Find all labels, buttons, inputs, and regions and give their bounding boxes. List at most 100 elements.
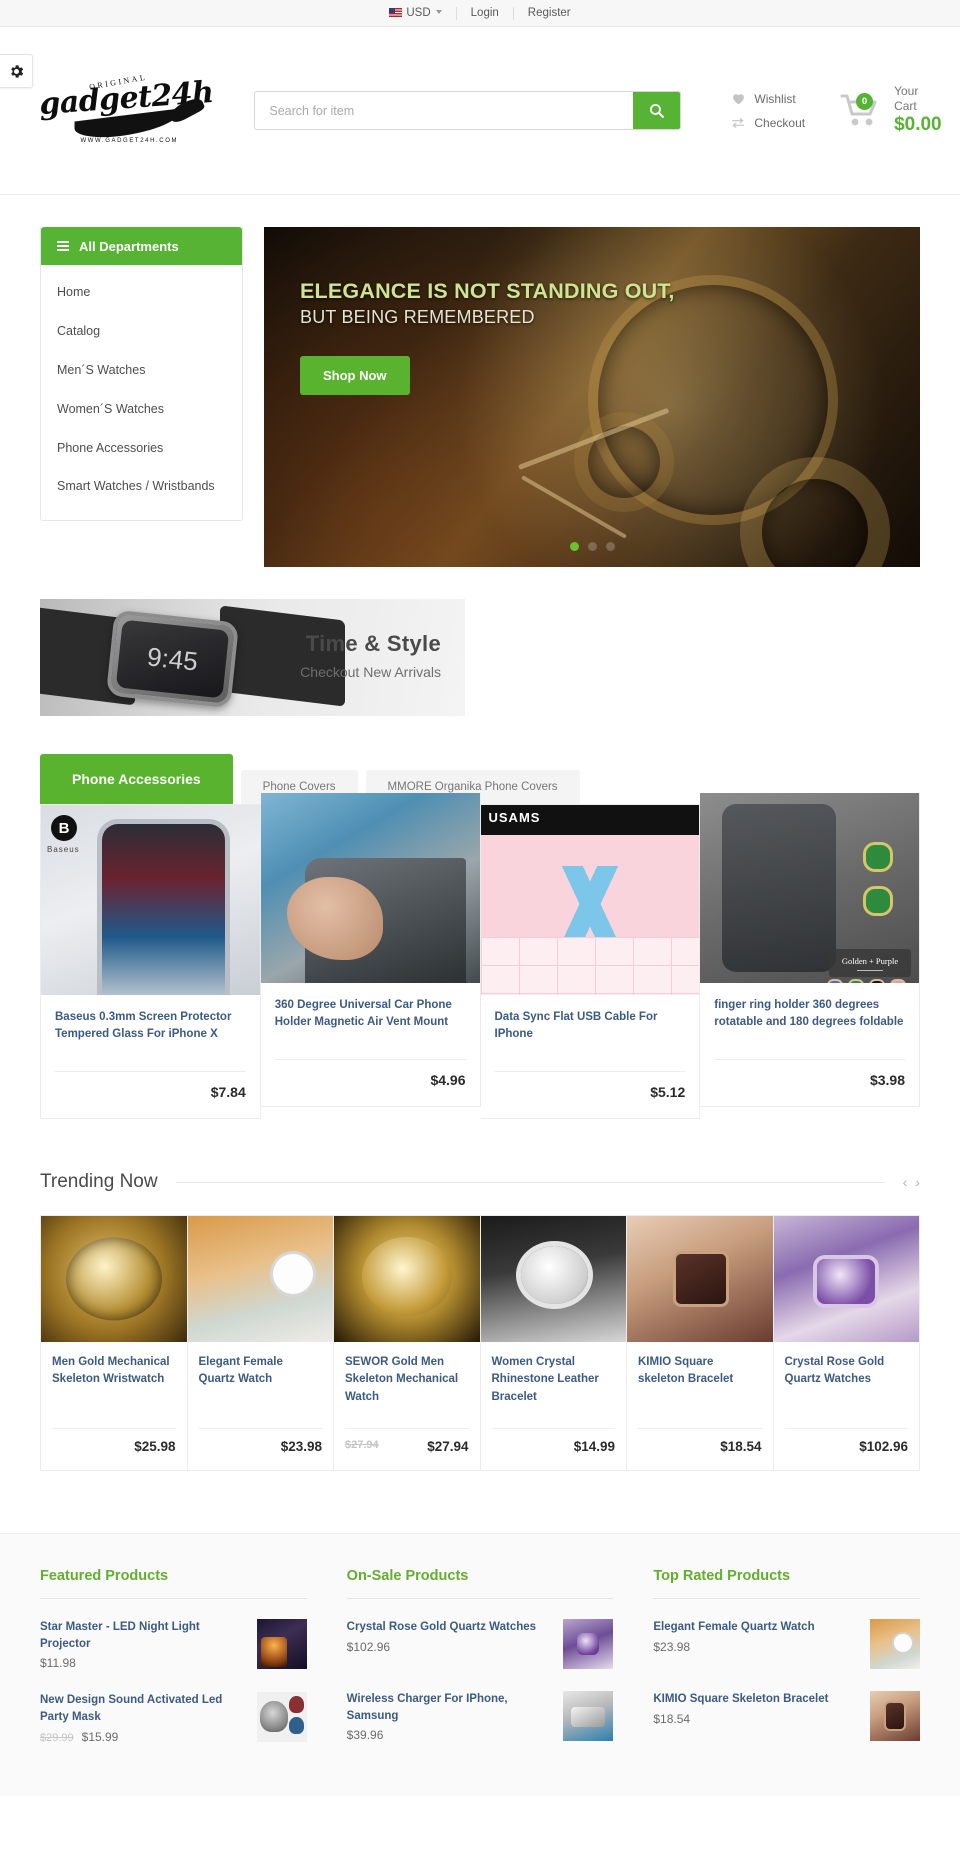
list-item[interactable]: Elegant Female Quartz Watch $23.98	[653, 1619, 921, 1669]
promo-banner[interactable]: 9:45 Time & Style Checkout New Arrivals	[40, 599, 465, 716]
trending-product-card[interactable]: Women Crystal Rhinestone Leather Bracele…	[480, 1216, 627, 1470]
swatch-green[interactable]	[848, 979, 864, 983]
product-title[interactable]: Data Sync Flat USB Cable For IPhone	[495, 1009, 686, 1061]
slider-dot-3[interactable]	[605, 542, 615, 551]
product-thumbnail[interactable]	[870, 1619, 921, 1669]
departments-header[interactable]: All Departments	[41, 227, 242, 265]
product-image	[627, 1216, 773, 1342]
product-thumbnail[interactable]: USAMS	[480, 805, 700, 995]
product-card[interactable]: Golden + Purple finger ring holder 360 d…	[700, 793, 920, 1107]
product-old-price: $27.94	[345, 1439, 379, 1451]
slider-dot-1[interactable]	[569, 542, 579, 551]
product-thumbnail[interactable]: Golden + Purple	[700, 793, 919, 983]
register-link[interactable]: Register	[514, 7, 585, 19]
trending-product-card[interactable]: Crystal Rose Gold Quartz Watches $102.96	[773, 1216, 919, 1470]
cart-label: Your Cart	[894, 84, 919, 113]
product-image	[41, 1216, 187, 1342]
product-thumbnail[interactable]	[334, 1216, 480, 1342]
product-image	[256, 1619, 307, 1669]
currency-selector[interactable]: USD	[375, 7, 455, 19]
product-thumbnail[interactable]	[256, 1692, 307, 1743]
divider	[491, 1428, 615, 1429]
sidebar-item-home[interactable]: Home	[41, 273, 242, 312]
currency-label: USD	[406, 7, 431, 19]
list-item[interactable]: New Design Sound Activated Led Party Mas…	[40, 1692, 307, 1744]
product-card[interactable]: USAMS Data Sync Flat USB Cable For IPhon…	[480, 805, 701, 1119]
product-title[interactable]: finger ring holder 360 degrees rotatable…	[714, 997, 905, 1049]
divider	[175, 1181, 885, 1183]
product-title[interactable]: Baseus 0.3mm Screen Protector Tempered G…	[55, 1009, 246, 1061]
product-title[interactable]: Elegant Female Quartz Watch	[199, 1354, 323, 1422]
checkout-link[interactable]: Checkout	[731, 116, 805, 130]
product-title[interactable]: Elegant Female Quartz Watch	[653, 1619, 858, 1636]
trending-header: Trending Now ‹ ›	[40, 1171, 920, 1193]
list-item-text: New Design Sound Activated Led Party Mas…	[40, 1692, 245, 1743]
search-button[interactable]	[633, 92, 681, 129]
wishlist-link[interactable]: Wishlist	[731, 92, 805, 106]
logo[interactable]: ORIGINAL gadget24h WWW.GADGET24H.COM	[38, 73, 214, 144]
shop-now-button[interactable]: Shop Now	[300, 356, 410, 395]
product-title[interactable]: SEWOR Gold Men Skeleton Mechanical Watch	[345, 1354, 469, 1422]
cart-widget[interactable]: 0 Your Cart $0.00	[839, 84, 942, 137]
product-thumbnail[interactable]	[256, 1619, 307, 1669]
product-thumbnail[interactable]	[870, 1691, 921, 1741]
product-thumbnail[interactable]	[563, 1619, 614, 1669]
sidebar-item-womens-watches[interactable]: Women´S Watches	[41, 390, 242, 429]
product-thumbnail[interactable]	[627, 1216, 773, 1342]
product-body: Men Gold Mechanical Skeleton Wristwatch …	[41, 1342, 187, 1470]
hero-content: ELEGANCE IS NOT STANDING OUT, BUT BEING …	[300, 279, 675, 395]
sidebar-item-catalog[interactable]: Catalog	[41, 312, 242, 351]
search-input[interactable]	[255, 92, 634, 129]
product-title[interactable]: Crystal Rose Gold Quartz Watches	[785, 1354, 909, 1422]
product-price: $23.98	[280, 1439, 322, 1454]
trending-product-card[interactable]: SEWOR Gold Men Skeleton Mechanical Watch…	[334, 1216, 481, 1470]
trending-product-card[interactable]: KIMIO Square skeleton Bracelet $18.54	[627, 1216, 774, 1470]
trending-product-card[interactable]: Elegant Female Quartz Watch $23.98	[187, 1216, 334, 1470]
product-title[interactable]: Wireless Charger For IPhone, Samsung	[347, 1691, 552, 1724]
product-price: $4.96	[430, 1072, 466, 1088]
product-thumbnail[interactable]	[773, 1216, 919, 1342]
login-link[interactable]: Login	[457, 7, 513, 19]
product-title[interactable]: KIMIO Square skeleton Bracelet	[638, 1354, 762, 1422]
product-thumbnail[interactable]	[563, 1691, 614, 1741]
list-item[interactable]: KIMIO Square Skeleton Bracelet $18.54	[653, 1691, 921, 1741]
column-title: Featured Products	[40, 1568, 169, 1584]
product-title[interactable]: New Design Sound Activated Led Party Mas…	[40, 1692, 245, 1725]
sidebar-item-mens-watches[interactable]: Men´S Watches	[41, 351, 242, 390]
footer-product-lists: Featured Products Star Master - LED Nigh…	[0, 1533, 960, 1796]
product-title[interactable]: Crystal Rose Gold Quartz Watches	[347, 1619, 552, 1636]
sidebar-item-smart-watches[interactable]: Smart Watches / Wristbands	[41, 467, 242, 506]
list-item[interactable]: Wireless Charger For IPhone, Samsung $39…	[347, 1691, 614, 1742]
product-title[interactable]: KIMIO Square Skeleton Bracelet	[653, 1691, 858, 1708]
settings-gear-button[interactable]	[0, 54, 33, 88]
slider-dot-2[interactable]	[587, 542, 597, 551]
product-thumbnail[interactable]	[187, 1216, 333, 1342]
swatch-blue[interactable]	[827, 979, 843, 983]
chevron-down-icon	[435, 10, 442, 14]
tab-phone-accessories[interactable]: Phone Accessories	[40, 754, 233, 804]
product-title[interactable]: Women Crystal Rhinestone Leather Bracele…	[492, 1354, 616, 1422]
product-title[interactable]: Men Gold Mechanical Skeleton Wristwatch	[52, 1354, 176, 1422]
list-item[interactable]: Crystal Rose Gold Quartz Watches $102.96	[347, 1619, 614, 1669]
sidebar-item-phone-accessories[interactable]: Phone Accessories	[41, 429, 242, 468]
product-thumbnail[interactable]	[260, 793, 480, 983]
trending-grid: Men Gold Mechanical Skeleton Wristwatch …	[40, 1215, 920, 1471]
chevron-left-icon[interactable]: ‹	[903, 1174, 908, 1190]
swatch-black[interactable]	[869, 979, 885, 983]
product-thumbnail[interactable]: B Baseus	[41, 805, 260, 995]
hero-slider[interactable]: ELEGANCE IS NOT STANDING OUT, BUT BEING …	[264, 227, 920, 567]
product-body: Women Crystal Rhinestone Leather Bracele…	[481, 1342, 627, 1470]
trending-product-card[interactable]: Men Gold Mechanical Skeleton Wristwatch …	[41, 1216, 188, 1470]
product-thumbnail[interactable]	[41, 1216, 187, 1342]
swatch-pink[interactable]	[890, 979, 906, 983]
product-title[interactable]: 360 Degree Universal Car Phone Holder Ma…	[275, 997, 466, 1049]
chevron-right-icon[interactable]: ›	[915, 1174, 920, 1190]
product-title[interactable]: Star Master - LED Night Light Projector	[40, 1619, 245, 1652]
product-body: finger ring holder 360 degrees rotatable…	[700, 983, 919, 1106]
product-thumbnail[interactable]	[480, 1216, 626, 1342]
list-item[interactable]: Star Master - LED Night Light Projector …	[40, 1619, 307, 1670]
product-card[interactable]: 360 Degree Universal Car Phone Holder Ma…	[260, 793, 481, 1107]
divider	[653, 1598, 921, 1599]
product-card[interactable]: B Baseus Baseus 0.3mm Screen Protector T…	[40, 805, 261, 1119]
promo-text: Time & Style Checkout New Arrivals	[300, 631, 441, 680]
